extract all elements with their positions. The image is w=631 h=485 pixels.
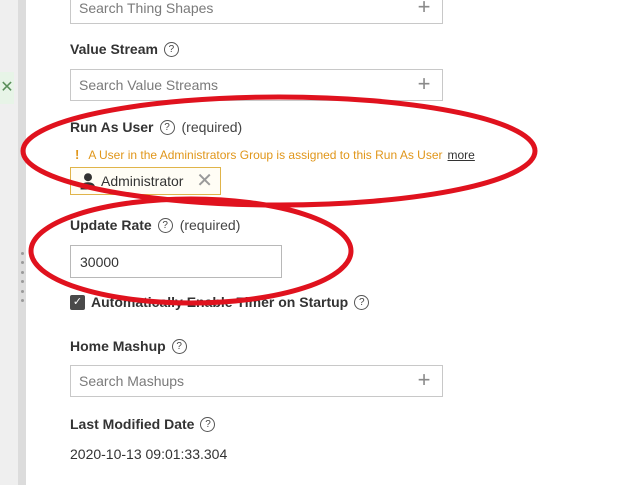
value-stream-search-box[interactable]: +	[70, 69, 443, 101]
home-mashup-label: Home Mashup	[70, 338, 166, 354]
user-icon	[80, 173, 96, 190]
last-modified-help-icon[interactable]: ?	[200, 416, 216, 432]
value-stream-label-row: Value Stream ?	[70, 41, 179, 57]
run-as-user-chip: Administrator ✕	[70, 167, 221, 195]
update-rate-required-text: (required)	[179, 217, 241, 233]
add-value-stream-plus-icon[interactable]: +	[414, 73, 434, 96]
thing-shapes-search-box[interactable]: +	[70, 0, 443, 24]
splitter-grip-handle[interactable]	[20, 252, 24, 302]
update-rate-help-icon[interactable]: ?	[157, 217, 173, 233]
update-rate-box[interactable]	[70, 245, 282, 278]
update-rate-input[interactable]	[71, 246, 281, 277]
value-stream-label: Value Stream	[70, 41, 158, 57]
warning-text: A User in the Administrators Group is as…	[88, 147, 443, 162]
value-stream-search-input[interactable]	[71, 70, 417, 100]
home-mashup-search-input[interactable]	[71, 366, 417, 396]
warning-icon: !	[75, 147, 80, 162]
update-rate-label: Update Rate	[70, 217, 152, 233]
run-as-user-required-text: (required)	[181, 119, 243, 135]
last-modified-label-row: Last Modified Date ?	[70, 416, 216, 432]
panel-splitter[interactable]	[18, 0, 26, 485]
side-panel-close-icon[interactable]: ✕	[0, 72, 14, 104]
run-as-user-label-row: Run As User ? (required)	[70, 119, 242, 135]
remove-user-icon[interactable]: ✕	[196, 171, 213, 191]
last-modified-value: 2020-10-13 09:01:33.304	[70, 446, 228, 462]
run-as-user-label: Run As User	[70, 119, 154, 135]
thing-shapes-search-input[interactable]	[71, 0, 417, 23]
home-mashup-search-box[interactable]: +	[70, 365, 443, 397]
warning-more-link[interactable]: more	[448, 148, 475, 162]
home-mashup-label-row: Home Mashup ?	[70, 338, 187, 354]
selected-user-name: Administrator	[101, 173, 184, 189]
add-mashup-plus-icon[interactable]: +	[414, 369, 434, 392]
run-as-user-help-icon[interactable]: ?	[159, 119, 175, 135]
auto-enable-timer-row[interactable]: ✓ Automatically Enable Timer on Startup …	[70, 294, 370, 310]
run-as-user-warning: ! A User in the Administrators Group is …	[75, 147, 475, 162]
auto-enable-timer-label[interactable]: Automatically Enable Timer on Startup	[91, 294, 348, 310]
last-modified-label: Last Modified Date	[70, 416, 195, 432]
value-stream-help-icon[interactable]: ?	[163, 41, 179, 57]
home-mashup-help-icon[interactable]: ?	[171, 338, 187, 354]
update-rate-label-row: Update Rate ? (required)	[70, 217, 240, 233]
auto-enable-timer-checkbox[interactable]: ✓	[70, 294, 85, 310]
add-thing-shape-plus-icon[interactable]: +	[414, 0, 434, 19]
auto-enable-timer-help-icon[interactable]: ?	[354, 294, 370, 310]
